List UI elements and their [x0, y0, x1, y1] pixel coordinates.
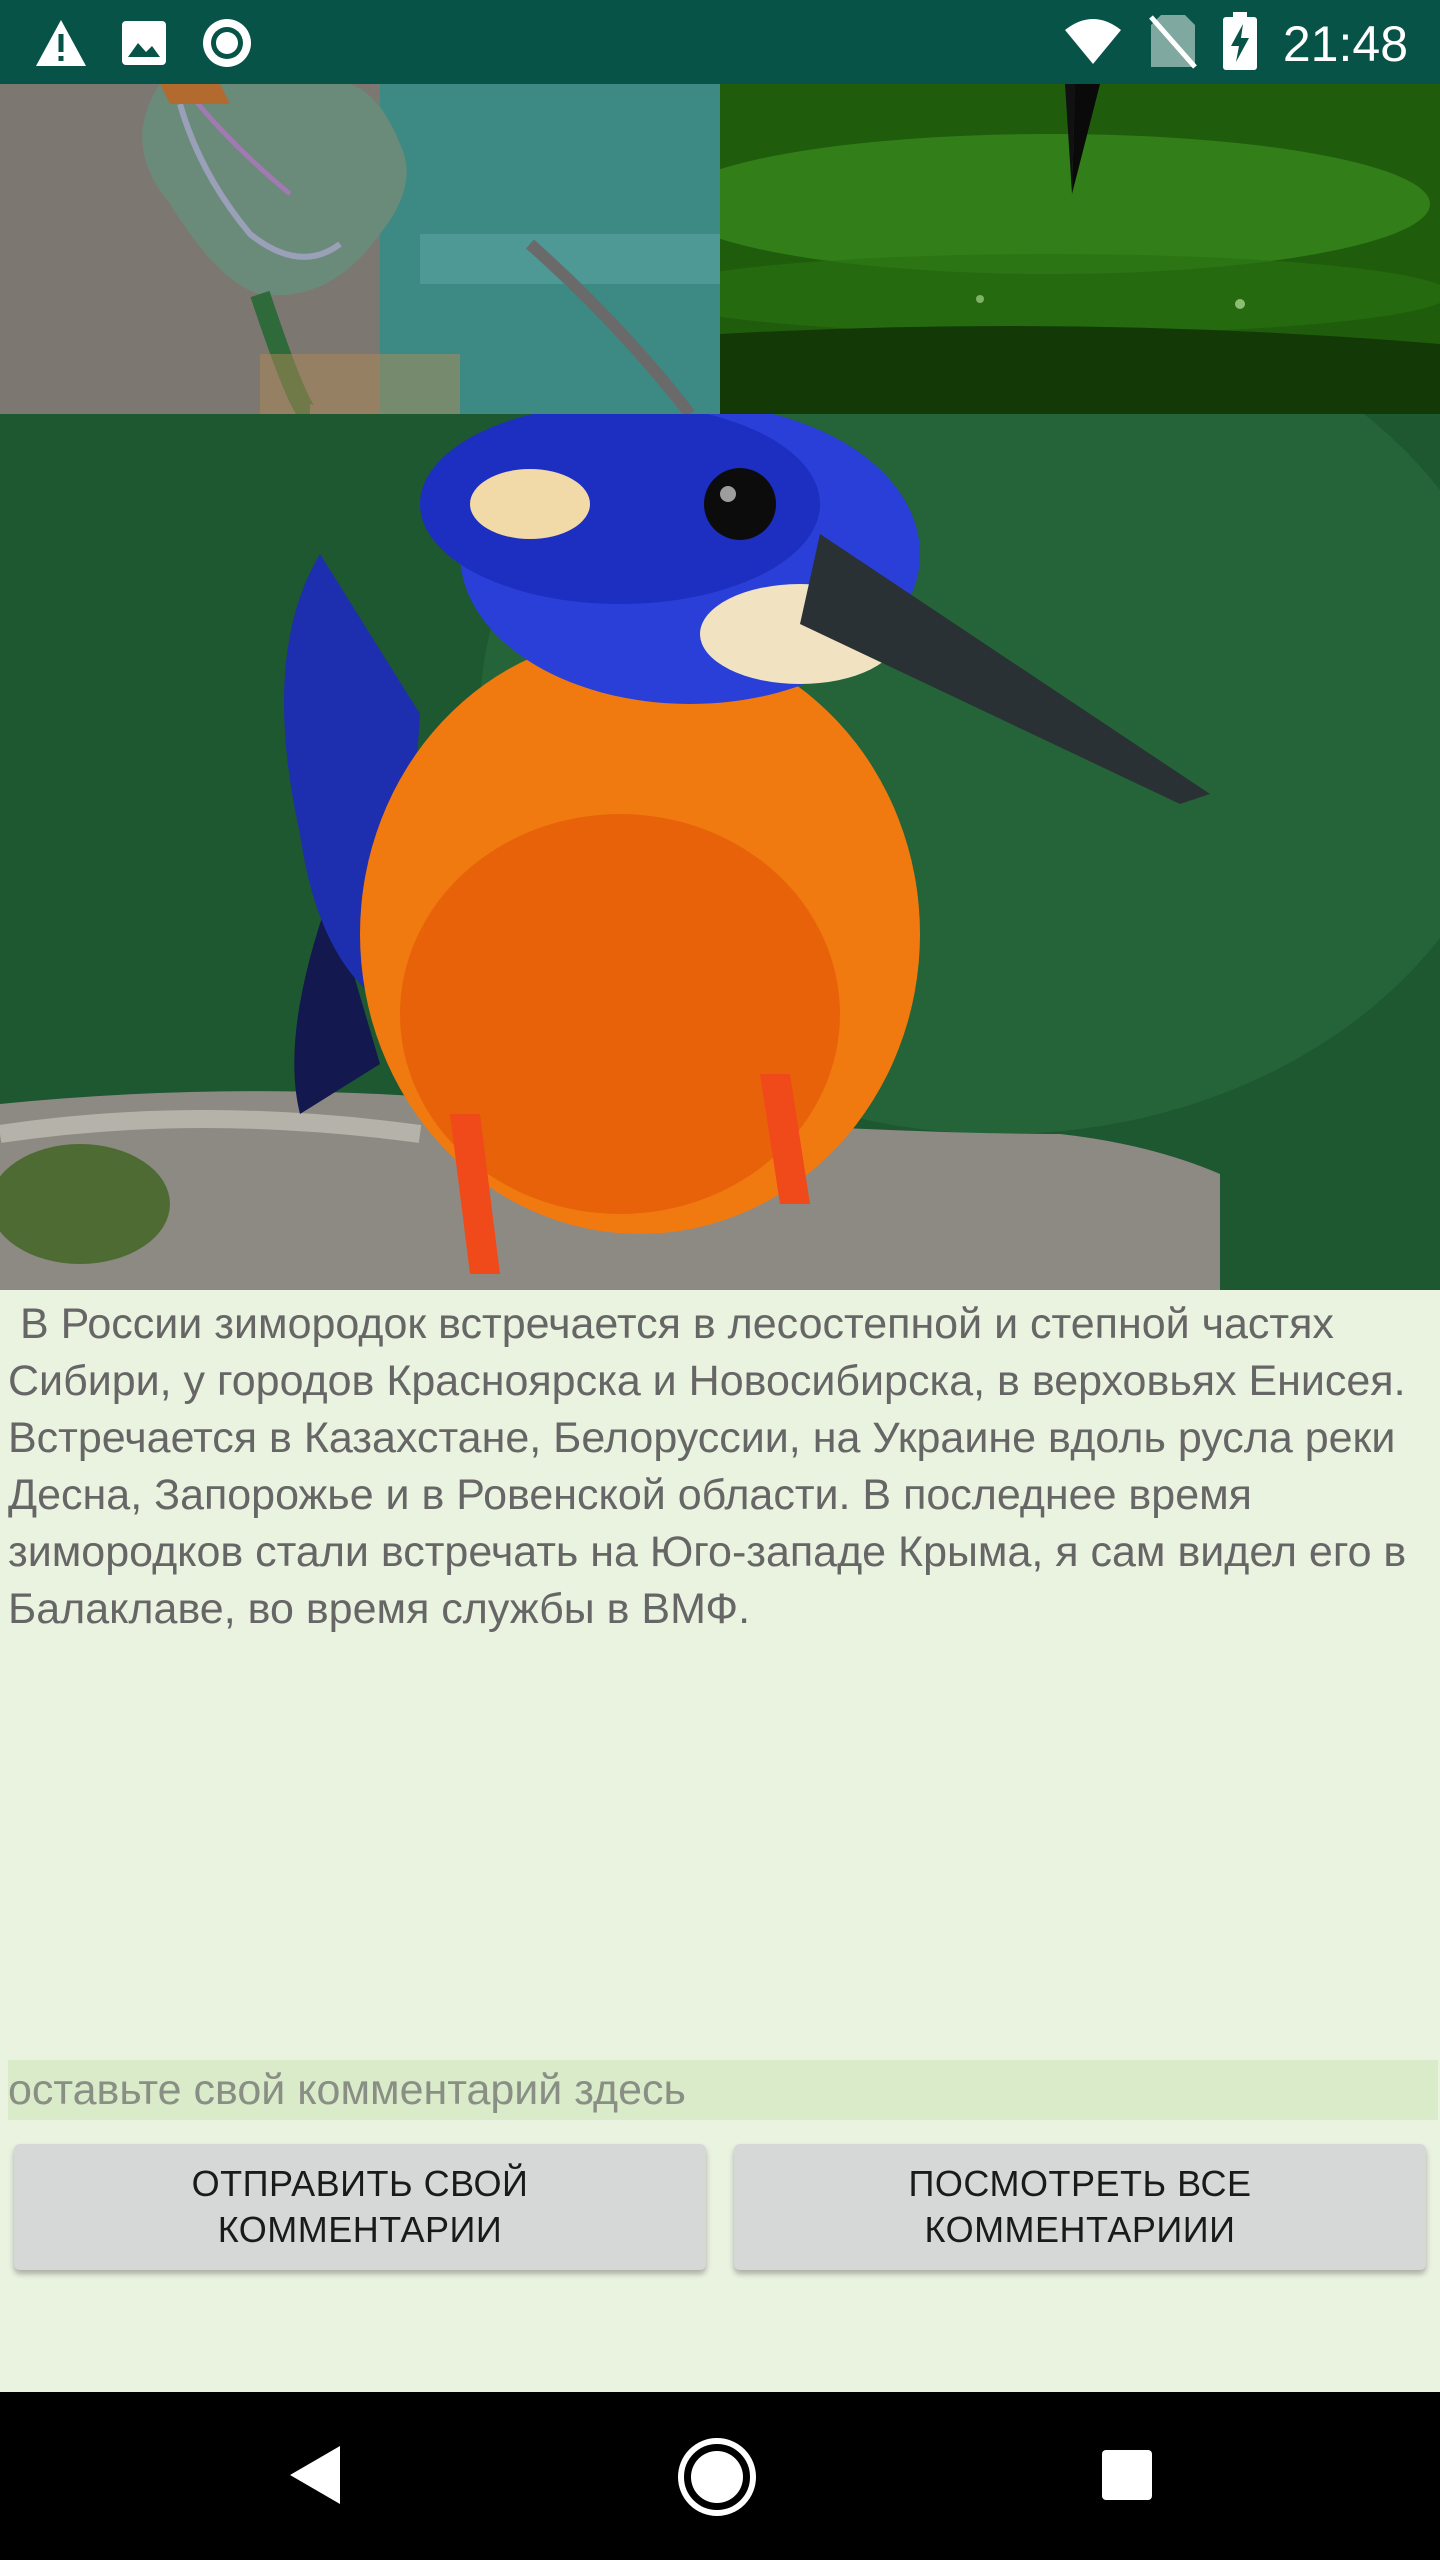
- kingfisher-on-branch-image: [0, 414, 1440, 1290]
- send-comment-button[interactable]: ОТПРАВИТЬ СВОЙ КОММЕНТАРИИ: [14, 2144, 706, 2270]
- back-icon[interactable]: [286, 2442, 344, 2513]
- battery-charging-icon: [1222, 12, 1257, 75]
- recents-icon[interactable]: [1100, 2448, 1154, 2507]
- kingfisher-on-leaf-image: [0, 84, 720, 414]
- article-text: В России зимородок встречается в лесосте…: [8, 1300, 1419, 1633]
- navigation-bar: [0, 2392, 1440, 2560]
- send-comment-button-label: ОТПРАВИТЬ СВОЙ КОММЕНТАРИИ: [191, 2163, 529, 2250]
- home-icon[interactable]: [676, 2436, 758, 2523]
- view-all-comments-button-label: ПОСМОТРЕТЬ ВСЕ КОММЕНТАРИИИ: [908, 2163, 1252, 2250]
- wifi-icon: [1063, 16, 1123, 71]
- image-icon: [120, 19, 168, 72]
- no-sim-icon: [1148, 13, 1197, 74]
- screen: 21:48 В России зимородок встречается в л…: [0, 0, 1440, 2560]
- status-bar: 21:48: [0, 0, 1440, 84]
- comment-input[interactable]: [8, 2060, 1438, 2120]
- kingfisher-diving-water-image: [720, 84, 1440, 414]
- view-all-comments-button[interactable]: ПОСМОТРЕТЬ ВСЕ КОММЕНТАРИИИ: [734, 2144, 1426, 2270]
- status-time: 21:48: [1282, 15, 1408, 72]
- sync-icon: [200, 16, 254, 75]
- warning-icon: [34, 18, 88, 73]
